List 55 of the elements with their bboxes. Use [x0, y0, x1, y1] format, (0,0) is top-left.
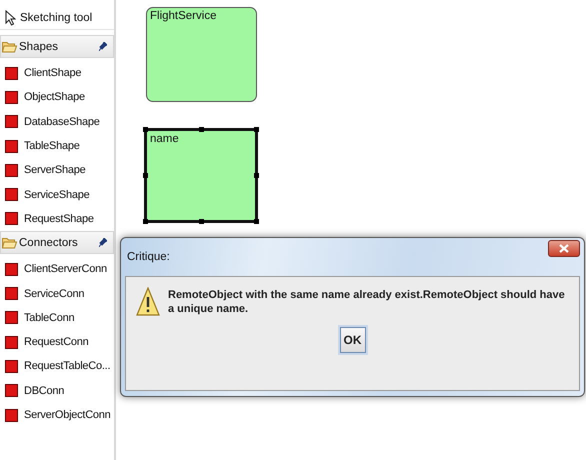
close-icon: [559, 244, 569, 253]
palette-item[interactable]: RequestTableCo...: [0, 354, 114, 379]
sketching-tool[interactable]: Sketching tool: [0, 7, 114, 30]
shape-icon: [5, 408, 18, 422]
group-header[interactable]: Shapes: [0, 35, 114, 58]
palette-item[interactable]: RequestConn: [0, 330, 114, 354]
palette-item[interactable]: DBConn: [0, 378, 114, 403]
palette-item[interactable]: TableShape: [0, 134, 114, 158]
diagram-shape[interactable]: FlightService: [146, 7, 257, 102]
palette-item[interactable]: ObjectShape: [0, 85, 114, 110]
palette-item[interactable]: ServiceConn: [0, 281, 114, 306]
shape-icon: [5, 164, 18, 177]
resize-handle[interactable]: [254, 219, 259, 224]
palette-item[interactable]: DatabaseShape: [0, 110, 114, 134]
shape-icon: [5, 311, 18, 324]
palette-item[interactable]: RequestShape: [0, 206, 114, 232]
palette-item[interactable]: ServiceShape: [0, 182, 114, 207]
resize-handle[interactable]: [254, 173, 259, 178]
group-header[interactable]: Connectors: [0, 231, 114, 254]
resize-handle[interactable]: [254, 127, 259, 132]
shape-icon: [5, 66, 18, 80]
shape-icon: [5, 360, 18, 373]
palette-item[interactable]: ServerShape: [0, 158, 114, 182]
dialog-message: RemoteObject with the same name already exist.RemoteObject should have a unique name.: [168, 288, 566, 316]
palette-item[interactable]: ClientShape: [0, 61, 114, 86]
tool-label: Sketching tool: [20, 12, 92, 24]
shape-icon: [5, 188, 18, 202]
shape-icon: [5, 140, 18, 153]
group-title: Connectors: [19, 236, 79, 249]
warning-icon: [136, 287, 160, 317]
folder-icon: [2, 236, 17, 249]
dialog-title: Critique:: [126, 251, 170, 263]
pin-icon[interactable]: [99, 238, 107, 248]
shape-icon: [5, 287, 18, 300]
palette-item[interactable]: ServerObjectConn: [0, 402, 114, 428]
resize-handle[interactable]: [143, 173, 148, 178]
group-title: Shapes: [19, 40, 60, 52]
folder-icon: [2, 40, 17, 52]
resize-handle[interactable]: [143, 219, 148, 224]
resize-handle[interactable]: [199, 127, 204, 132]
ok-button[interactable]: OK: [340, 327, 366, 353]
close-button[interactable]: [548, 240, 580, 257]
palette-item[interactable]: TableConn: [0, 306, 114, 330]
resize-handle[interactable]: [143, 127, 148, 132]
palette-item[interactable]: ClientServerConn: [0, 257, 114, 282]
pin-icon[interactable]: [99, 42, 107, 51]
shape-icon: [5, 90, 18, 104]
shape-icon: [5, 336, 18, 349]
shape-icon: [5, 212, 18, 226]
resize-handle[interactable]: [199, 219, 204, 224]
shape-icon: [5, 115, 18, 128]
shape-icon: [5, 262, 18, 276]
diagram-shape[interactable]: name: [144, 128, 258, 223]
shape-icon: [5, 384, 18, 398]
cursor-icon: [5, 10, 16, 26]
